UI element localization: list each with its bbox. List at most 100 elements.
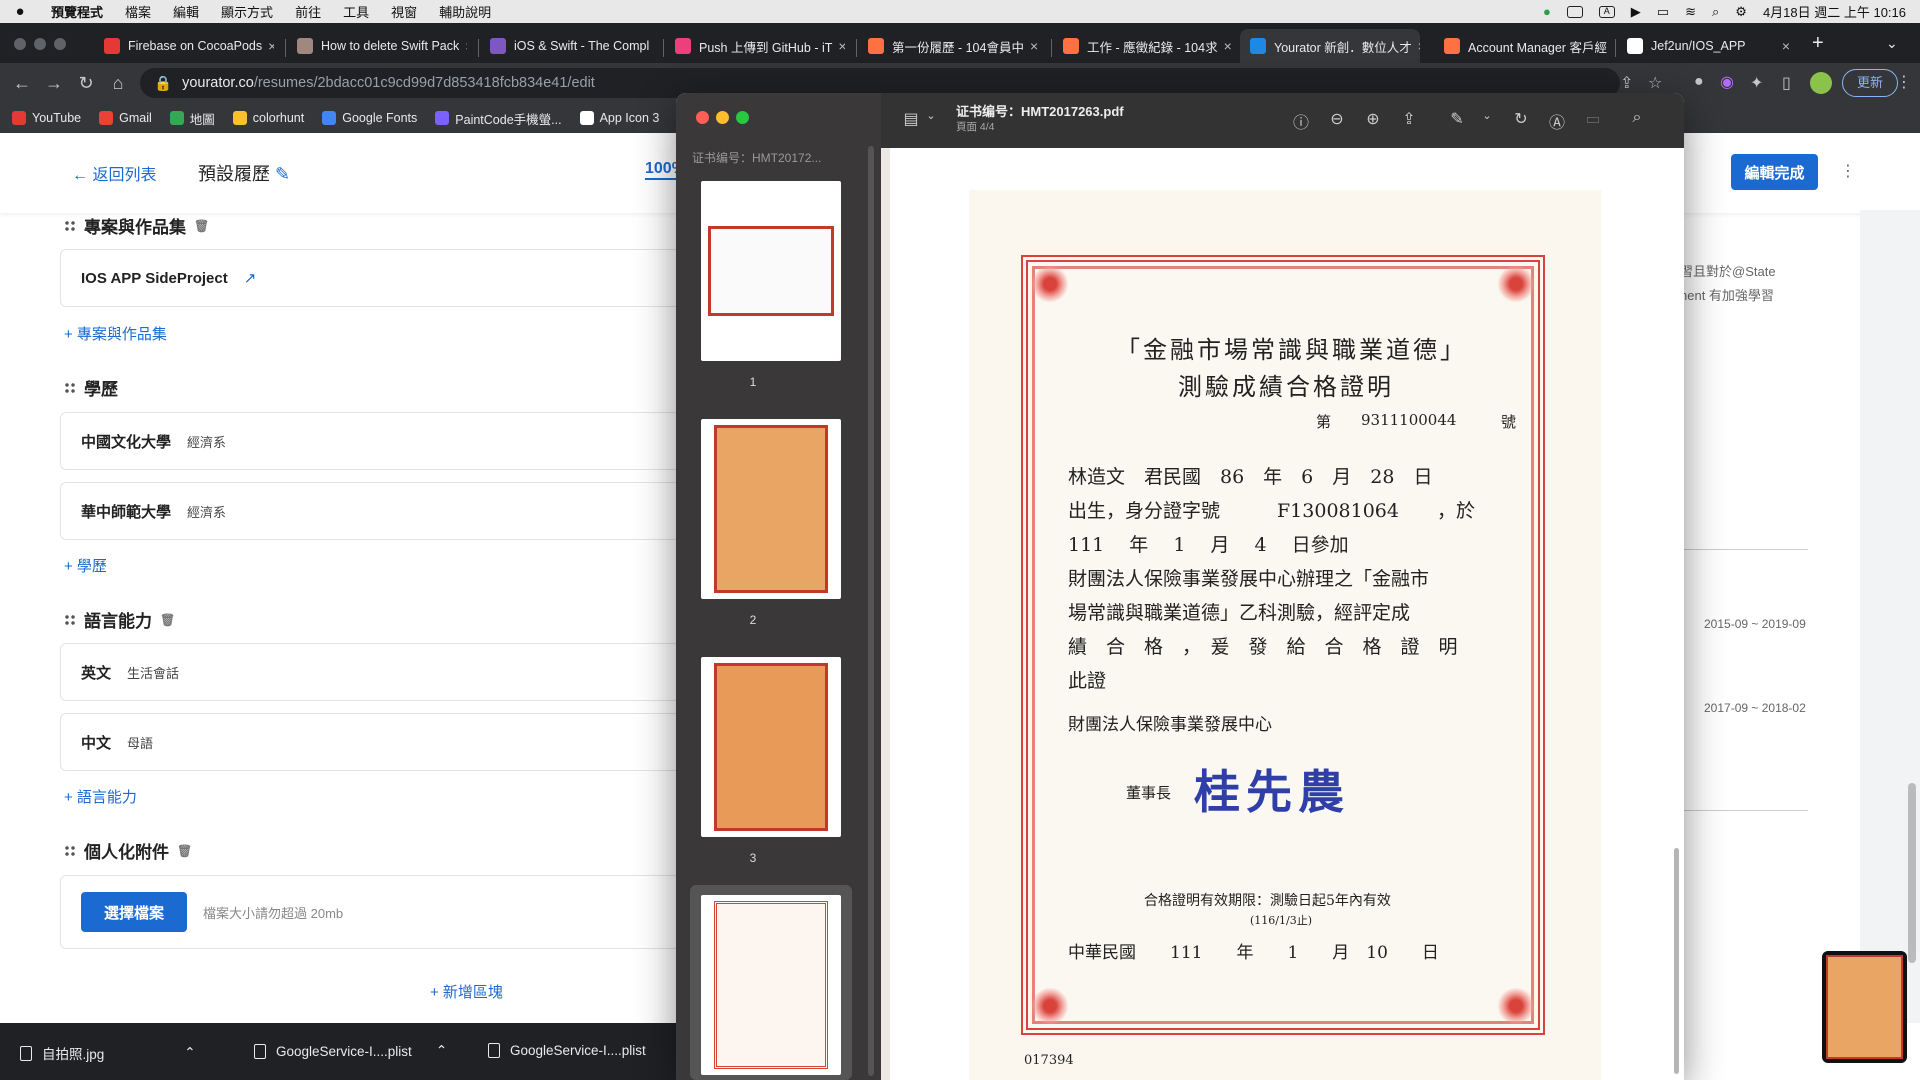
page-scrollbar-thumb[interactable] [1908, 783, 1916, 963]
display-icon[interactable] [1566, 5, 1583, 18]
bookmark-item[interactable]: colorhunt [232, 111, 304, 125]
share-icon[interactable]: ⇪ [1620, 73, 1633, 93]
more-menu-icon[interactable]: ⋮ [1896, 72, 1912, 92]
bookmark-item[interactable]: App Icon 3 [579, 111, 659, 125]
input-source-icon[interactable]: A [1598, 5, 1615, 18]
zoom-out-icon[interactable]: ⊖ [1327, 109, 1347, 129]
page-thumbnail-1[interactable] [701, 181, 841, 361]
minimize-window-button[interactable] [716, 111, 729, 124]
tab-search-chevron-icon[interactable]: ⌄ [1886, 35, 1898, 52]
delete-icon[interactable]: 🗑 [194, 219, 209, 233]
browser-tab[interactable]: 工作 - 應徵紀錄 - 104求 × [1053, 29, 1233, 63]
external-link-icon[interactable]: ↗ [244, 269, 257, 287]
forward-arrow-icon[interactable]: → [38, 73, 70, 94]
add-language-link[interactable]: + 語言能力 [64, 786, 137, 807]
browser-tab[interactable]: Firebase on CocoaPods × [94, 29, 274, 63]
menu-go[interactable]: 前往 [284, 2, 332, 21]
tab-close-icon[interactable]: × [832, 38, 845, 54]
delete-icon[interactable]: 🗑 [177, 844, 192, 858]
menu-window[interactable]: 視窗 [380, 2, 428, 21]
download-item[interactable]: GoogleService-I....plist [488, 1043, 646, 1058]
chevron-up-icon[interactable]: ⌃ [184, 1045, 195, 1061]
language-card[interactable]: 中文 母語 [60, 713, 680, 771]
back-arrow-icon[interactable]: ← [6, 73, 38, 94]
rotate-icon[interactable]: ↻ [1511, 109, 1531, 129]
battery-icon[interactable]: ▭ [1657, 4, 1669, 20]
edit-title-icon[interactable]: ✎ [275, 164, 290, 184]
tab-close-icon[interactable]: × [1024, 38, 1038, 54]
more-options-icon[interactable]: ⋮ [1840, 161, 1856, 181]
line-status-icon[interactable]: ● [1543, 4, 1551, 19]
drag-handle-icon[interactable] [64, 219, 76, 232]
bookmark-item[interactable]: Google Fonts [322, 111, 417, 125]
menu-edit[interactable]: 編輯 [162, 2, 210, 21]
update-button[interactable]: 更新 [1842, 69, 1899, 97]
add-education-link[interactable]: + 學歷 [64, 555, 107, 576]
window-minimize-dot[interactable] [34, 38, 46, 50]
info-icon[interactable]: ⓘ [1291, 109, 1311, 133]
drag-handle-icon[interactable] [64, 381, 76, 394]
wifi-icon[interactable]: ≋ [1685, 4, 1696, 20]
puzzle-icon[interactable]: ✦ [1750, 73, 1763, 93]
language-card[interactable]: 英文 生活會話 [60, 643, 680, 701]
browser-tab[interactable]: Yourator 新創．數位人才× [1240, 29, 1420, 63]
bookmark-item[interactable]: 地圖 [169, 109, 215, 128]
download-item[interactable]: 自拍照.jpg ⌃ [20, 1043, 196, 1063]
reload-icon[interactable]: ↻ [70, 73, 102, 94]
pdf-scrollbar[interactable] [1674, 848, 1679, 1074]
add-block-link[interactable]: + 新增區塊 [430, 981, 503, 1002]
browser-tab[interactable]: Account Manager 客戶經× [1434, 29, 1614, 63]
menu-tools[interactable]: 工具 [332, 2, 380, 21]
tab-close-icon[interactable]: × [459, 38, 467, 54]
sidebar-scrollbar[interactable] [868, 146, 874, 1076]
browser-tab[interactable]: 第一份履歷 - 104會員中 × [858, 29, 1038, 63]
tab-close-icon[interactable]: × [649, 38, 652, 54]
chevron-down-icon[interactable]: ⌄ [1477, 109, 1497, 122]
extension-icon[interactable]: ● [1694, 73, 1704, 91]
page-thumbnail-2[interactable] [701, 419, 841, 599]
browser-tab[interactable]: Push 上傳到 GitHub - iT × [665, 29, 845, 63]
window-close-dot[interactable] [14, 38, 26, 50]
choose-file-button[interactable]: 選擇檔案 [81, 892, 187, 932]
page-thumbnail-4[interactable] [701, 895, 841, 1075]
annotate-icon[interactable]: Ⓐ [1547, 109, 1567, 133]
media-play-icon[interactable]: ▶ [1631, 4, 1641, 20]
new-tab-button[interactable]: + [1812, 32, 1824, 55]
drag-handle-icon[interactable] [64, 844, 76, 857]
extension-purple-icon[interactable]: ◉ [1720, 72, 1734, 92]
sidebar-toggle-icon[interactable]: ▤ [901, 109, 921, 129]
drag-handle-icon[interactable] [64, 613, 76, 626]
menu-app[interactable]: 預覽程式 [40, 2, 114, 21]
bookmark-item[interactable]: PaintCode手機螢... [435, 109, 562, 128]
add-project-link[interactable]: + 專案與作品集 [64, 323, 167, 344]
chevron-up-icon[interactable]: ⌃ [436, 1043, 447, 1059]
profile-avatar[interactable] [1810, 72, 1832, 94]
close-window-button[interactable] [696, 111, 709, 124]
spotlight-search-icon[interactable]: ⌕ [1712, 4, 1719, 20]
browser-tab[interactable]: iOS & Swift - The Compl× [480, 29, 652, 63]
markup-pen-icon[interactable]: ✎ [1447, 109, 1467, 129]
menu-help[interactable]: 輔助說明 [428, 2, 502, 21]
project-card[interactable]: IOS APP SideProject ↗ [60, 249, 680, 307]
search-icon[interactable]: ⌕ [1627, 109, 1647, 127]
menu-file[interactable]: 檔案 [114, 2, 162, 21]
browser-tab[interactable]: How to delete Swift Pack× [287, 29, 467, 63]
education-card[interactable]: 中國文化大學 經濟系 [60, 412, 680, 470]
chevron-down-icon[interactable]: ⌄ [921, 109, 941, 122]
delete-icon[interactable]: 🗑 [160, 613, 175, 627]
share-icon[interactable]: ⇪ [1399, 109, 1419, 129]
tab-close-icon[interactable]: × [1412, 38, 1420, 54]
screenshot-floating-thumbnail[interactable] [1822, 951, 1907, 1063]
education-card[interactable]: 華中師範大學 經濟系 [60, 482, 680, 540]
bookmark-item[interactable]: YouTube [12, 111, 81, 125]
sidepanel-icon[interactable]: ▯ [1782, 73, 1791, 93]
pdf-page-area[interactable]: 「金融市場常識與職業道德」 測驗成績合格證明 第 9311100044 號 林造… [890, 148, 1684, 1080]
browser-tab[interactable]: Jef2un/IOS_APP × [1617, 29, 1800, 63]
tab-close-icon[interactable]: × [1607, 38, 1614, 54]
tab-close-icon[interactable]: × [262, 38, 274, 54]
tab-close-icon[interactable]: × [1776, 38, 1790, 54]
zoom-window-button[interactable] [736, 111, 749, 124]
tab-close-icon[interactable]: × [1218, 38, 1232, 54]
zoom-in-icon[interactable]: ⊕ [1363, 109, 1383, 129]
window-zoom-dot[interactable] [54, 38, 66, 50]
